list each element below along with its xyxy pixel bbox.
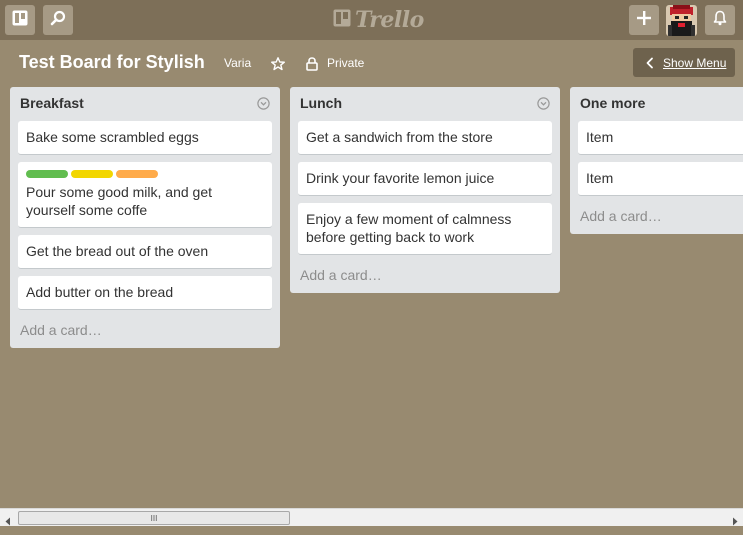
board-organization[interactable]: Varia: [224, 56, 251, 70]
horizontal-scrollbar[interactable]: III: [0, 508, 743, 526]
list-title[interactable]: One more: [580, 95, 645, 111]
plus-icon: [636, 10, 652, 31]
label-green: [26, 170, 68, 178]
list-menu-chevron-icon[interactable]: [257, 97, 270, 110]
card-labels: [26, 170, 264, 178]
add-card-link[interactable]: Add a card…: [290, 262, 560, 293]
scrollbar-grip: III: [150, 513, 158, 523]
card[interactable]: Item: [578, 162, 743, 196]
card-text: Item: [586, 129, 614, 145]
show-menu-button[interactable]: Show Menu: [633, 48, 735, 77]
card-text: Enjoy a few moment of calmness before ge…: [306, 211, 512, 245]
card-text: Item: [586, 170, 614, 186]
list-one-more: One more Item Item Add a card…: [570, 87, 743, 234]
trello-logo-icon: [333, 9, 351, 32]
add-button[interactable]: [629, 5, 659, 35]
list-title[interactable]: Lunch: [300, 95, 342, 111]
card-text: Drink your favorite lemon juice: [306, 170, 495, 186]
card[interactable]: Item: [578, 121, 743, 155]
notifications-button[interactable]: [705, 5, 735, 35]
card-text: Add butter on the bread: [26, 284, 174, 300]
star-icon: [270, 57, 286, 76]
list-breakfast: Breakfast Bake some scrambled eggs Pour …: [10, 87, 280, 348]
card[interactable]: Pour some good milk, and get yourself so…: [18, 162, 272, 228]
bell-icon: [712, 10, 728, 31]
lock-icon[interactable]: [306, 57, 318, 71]
list-header: One more: [570, 87, 743, 119]
list-header: Lunch: [290, 87, 560, 119]
search-icon: [50, 10, 66, 31]
privacy-label[interactable]: Private: [327, 56, 364, 70]
card[interactable]: Enjoy a few moment of calmness before ge…: [298, 203, 552, 255]
card-text: Pour some good milk, and get yourself so…: [26, 184, 212, 218]
card[interactable]: Drink your favorite lemon juice: [298, 162, 552, 196]
chevron-left-icon: [645, 57, 655, 69]
card-text: Get the bread out of the oven: [26, 243, 209, 259]
add-card-link[interactable]: Add a card…: [10, 317, 280, 348]
boards-button[interactable]: [5, 5, 35, 35]
star-button[interactable]: [270, 56, 286, 72]
card[interactable]: Add butter on the bread: [18, 276, 272, 310]
avatar[interactable]: [666, 5, 697, 36]
top-header: Trello: [0, 0, 743, 40]
trello-logo[interactable]: Trello: [333, 6, 424, 34]
add-card-link[interactable]: Add a card…: [570, 203, 743, 234]
list-title[interactable]: Breakfast: [20, 95, 84, 111]
search-button[interactable]: [43, 5, 73, 35]
label-yellow: [71, 170, 113, 178]
card[interactable]: Bake some scrambled eggs: [18, 121, 272, 155]
card-text: Bake some scrambled eggs: [26, 129, 199, 145]
card[interactable]: Get the bread out of the oven: [18, 235, 272, 269]
card[interactable]: Get a sandwich from the store: [298, 121, 552, 155]
trello-logo-text: Trello: [355, 7, 424, 33]
list-menu-chevron-icon[interactable]: [537, 97, 550, 110]
scroll-right-arrow-icon[interactable]: [731, 513, 739, 526]
card-text: Get a sandwich from the store: [306, 129, 493, 145]
list-header: Breakfast: [10, 87, 280, 119]
list-lunch: Lunch Get a sandwich from the store Drin…: [290, 87, 560, 293]
scroll-left-arrow-icon[interactable]: [4, 513, 12, 526]
label-orange: [116, 170, 158, 178]
boards-icon: [12, 10, 28, 31]
show-menu-label: Show Menu: [663, 55, 727, 70]
scrollbar-thumb[interactable]: III: [18, 511, 290, 525]
board-title[interactable]: Test Board for Stylish: [19, 52, 205, 73]
bottom-strip: [0, 526, 743, 535]
